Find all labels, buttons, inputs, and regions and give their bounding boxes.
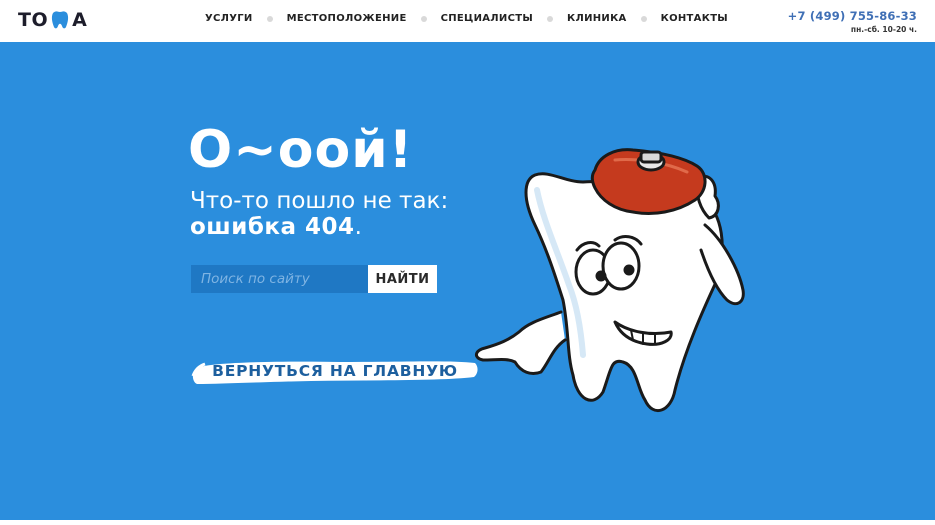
search-form: НАЙТИ — [191, 265, 437, 293]
nav-separator — [547, 15, 553, 22]
phone-link[interactable]: +7 (499) 755-86-33 — [788, 9, 917, 23]
error-subtitle-line2: ошибка 404. — [190, 214, 448, 240]
nav-item-location[interactable]: МЕСТОПОЛОЖЕНИЕ — [287, 13, 407, 24]
sick-tooth-illustration — [475, 148, 745, 413]
working-hours: пн.-сб. 10-20 ч. — [850, 25, 917, 34]
nav-item-services[interactable]: УСЛУГИ — [205, 13, 253, 24]
nav-separator — [640, 15, 647, 22]
nav-separator — [266, 15, 273, 22]
search-button[interactable]: НАЙТИ — [368, 265, 437, 293]
error-section: О~оой! Что-то пошло не так: ошибка 404. … — [0, 42, 935, 520]
logo-text-left: TO — [18, 9, 49, 31]
tooth-icon — [52, 11, 69, 29]
back-home-label: ВЕРНУТЬСЯ НА ГЛАВНУЮ — [212, 362, 458, 380]
logo[interactable]: TO A — [18, 9, 87, 31]
page-footer-edge — [0, 520, 935, 525]
error-subtitle-line1: Что-то пошло не так: — [190, 188, 449, 214]
nav-item-contacts[interactable]: КОНТАКТЫ — [661, 13, 728, 24]
back-home-button[interactable]: ВЕРНУТЬСЯ НА ГЛАВНУЮ — [191, 358, 479, 386]
logo-text-right: A — [72, 9, 88, 31]
site-header: TO A УСЛУГИ МЕСТОПОЛОЖЕНИЕ СПЕЦИАЛИСТЫ К… — [0, 0, 935, 42]
search-input[interactable] — [191, 265, 368, 293]
nav-item-clinic[interactable]: КЛИНИКА — [567, 13, 627, 24]
nav-separator — [420, 15, 427, 22]
error-subtitle: Что-то пошло не так: ошибка 404. — [190, 188, 448, 240]
error-title: О~оой! — [188, 120, 414, 180]
main-nav: УСЛУГИ МЕСТОПОЛОЖЕНИЕ СПЕЦИАЛИСТЫ КЛИНИК… — [205, 13, 728, 24]
header-contact: +7 (499) 755-86-33 пн.-сб. 10-20 ч. — [788, 9, 917, 34]
error-subtitle-end: . — [354, 214, 362, 240]
nav-item-specialists[interactable]: СПЕЦИАЛИСТЫ — [441, 13, 533, 24]
error-code: ошибка 404 — [190, 214, 355, 240]
